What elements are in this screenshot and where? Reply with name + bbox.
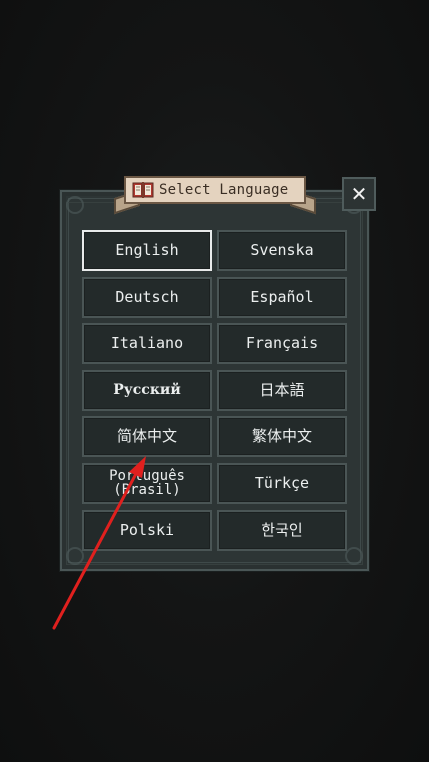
- language-francais-button[interactable]: Français: [217, 323, 347, 365]
- title-banner: Select Language: [114, 172, 316, 216]
- language-russian-button[interactable]: Русский: [82, 369, 212, 411]
- language-japanese-button[interactable]: 日本語: [217, 369, 347, 411]
- close-icon: ✕: [350, 182, 368, 206]
- language-simplified-chinese-button[interactable]: 简体中文: [82, 416, 212, 458]
- corner-ornament: [345, 547, 363, 565]
- language-korean-button[interactable]: 한국인: [217, 509, 347, 551]
- language-portuguese-brazil-button[interactable]: Português (Brasil): [82, 462, 212, 504]
- language-polish-button[interactable]: Polski: [82, 509, 212, 551]
- dialog-title: Select Language: [159, 182, 289, 198]
- corner-ornament: [66, 196, 84, 214]
- language-deutsch-button[interactable]: Deutsch: [82, 276, 212, 318]
- language-espanol-button[interactable]: Español: [217, 276, 347, 318]
- language-traditional-chinese-button[interactable]: 繁体中文: [217, 416, 347, 458]
- language-svenska-button[interactable]: Svenska: [217, 230, 347, 271]
- language-grid: English Svenska Deutsch Español Italiano…: [82, 230, 347, 551]
- language-turkish-button[interactable]: Türkçe: [217, 462, 347, 504]
- language-italiano-button[interactable]: Italiano: [82, 323, 212, 365]
- close-button[interactable]: ✕: [342, 177, 376, 211]
- book-icon: [132, 181, 154, 199]
- title-plate: Select Language: [124, 176, 306, 204]
- language-english-button[interactable]: English: [82, 230, 212, 271]
